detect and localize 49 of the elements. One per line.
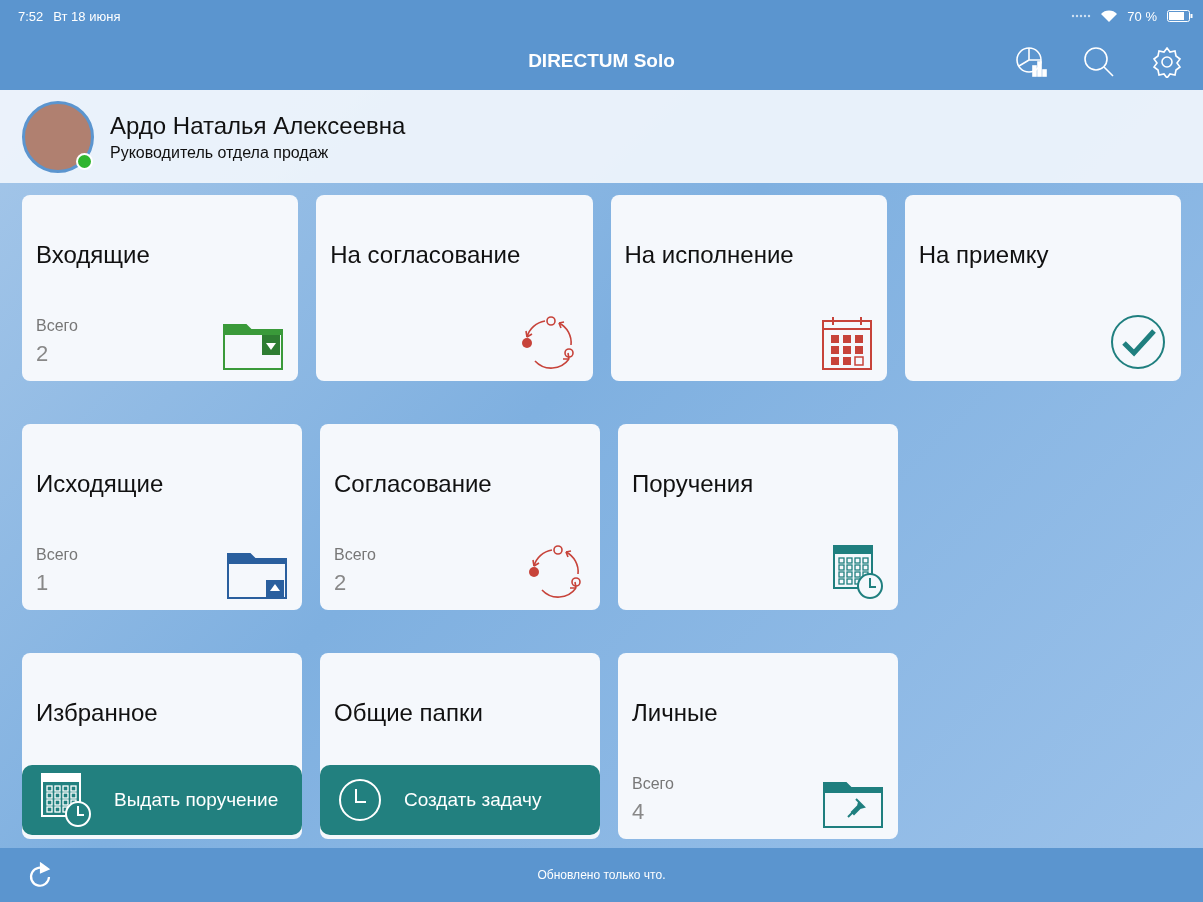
folder-tile[interactable]: На согласование [316,195,593,381]
tile-title: Исходящие [36,470,165,498]
count-value: 2 [334,570,347,596]
tile-title: Входящие [36,241,151,269]
tile-title: На исполнение [624,241,795,269]
tile-title: Общие папки [334,699,484,727]
tile-title: На приемку [918,241,1050,269]
signal-dots-icon [1071,14,1092,18]
app-title: DIRECTUM Solo [528,50,675,72]
battery-icon [1167,10,1193,22]
status-time: 7:52 [18,8,44,24]
action-button[interactable]: Выдать поручение [22,765,302,835]
calendar-clock-icon [832,544,884,600]
folder-download-icon [222,321,285,371]
folder-tile[interactable]: Согласование Всего 2 [320,424,600,610]
folder-upload-icon [226,550,288,600]
check-circle-icon [1109,313,1167,371]
folder-tile[interactable]: Входящие Всего 2 [22,195,299,381]
tile-title: На согласование [330,241,522,269]
count-label: Всего [36,546,78,564]
user-position: Руководитель отдела продаж [110,143,330,162]
user-name: Ардо Наталья Алексеевна [110,111,406,140]
tile-title: Избранное [36,699,159,727]
count-label: Всего [632,775,674,793]
tile-title: Поручения [632,470,755,498]
status-date: Вт 18 июня [53,8,121,24]
tile-title: Согласование [334,470,493,498]
folder-tile[interactable]: Поручения [618,424,898,610]
count-value: 1 [36,570,49,596]
calendar-icon [820,315,873,371]
folder-tile[interactable]: Личные Всего 4 [618,653,898,839]
action-button[interactable]: Создать задачу [320,765,600,835]
folder-tile[interactable]: Общие папки Создать задачу [320,653,600,839]
clock-icon [338,778,382,822]
calendar-clock-icon [40,772,92,828]
folder-tile[interactable]: На исполнение [610,195,887,381]
count-label: Всего [334,546,376,564]
battery-percent: 70 % [1127,8,1157,24]
update-status: Обновлено только что. [537,868,666,882]
refresh-icon[interactable] [28,862,52,888]
folder-pin-icon [822,779,884,829]
tile-title: Личные [632,699,719,727]
folder-tile[interactable]: Исходящие Всего 1 [22,424,302,610]
count-value: 4 [632,799,645,825]
count-value: 2 [36,341,49,367]
count-label: Всего [36,317,78,335]
folder-tile[interactable]: Избранное Выдать поручение [22,653,302,839]
wifi-icon [1101,10,1118,22]
folder-tile[interactable]: На приемку [904,195,1181,381]
